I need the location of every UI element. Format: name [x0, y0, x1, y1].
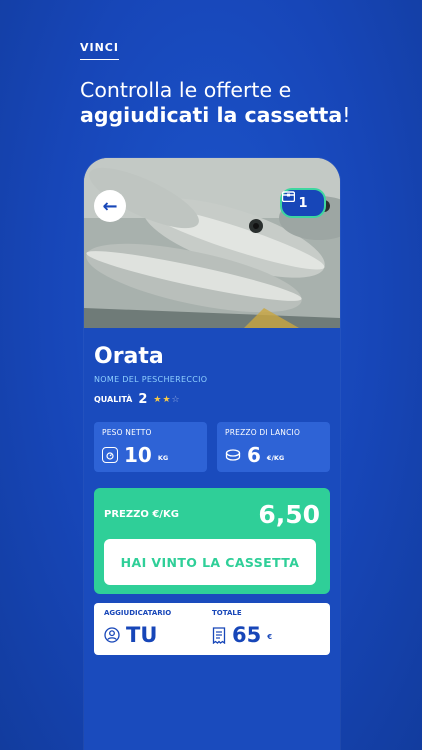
- crate-icon: [282, 191, 295, 202]
- phone-screen: ← 1 Orata NOME DEL PESCHERECCIO QUALITÀ …: [84, 158, 340, 750]
- quality-stars: ★★☆: [153, 395, 180, 405]
- back-button[interactable]: ←: [94, 190, 126, 222]
- weight-value-row: 10 KG: [102, 443, 199, 467]
- scale-icon: [102, 447, 118, 463]
- headline-end: !: [342, 103, 351, 127]
- product-name: Orata: [94, 344, 164, 369]
- weight-card: PESO NETTO 10 KG: [94, 422, 207, 472]
- quality-value: 2: [138, 392, 148, 407]
- crate-count: 1: [298, 195, 308, 211]
- price-row: PREZZO €/KG 6,50: [104, 500, 320, 529]
- winner-value: TU: [126, 623, 158, 647]
- total-column: TOTALE 65 €: [212, 609, 320, 649]
- price-panel: PREZZO €/KG 6,50 HAI VINTO LA CASSETTA: [94, 488, 330, 594]
- result-panel: AGGIUDICATARIO TU TOTALE 65 €: [94, 603, 330, 655]
- promo-kicker: VINCI: [80, 41, 119, 60]
- winner-column: AGGIUDICATARIO TU: [104, 609, 212, 649]
- total-label: TOTALE: [212, 609, 242, 617]
- fish-photo: ← 1: [84, 158, 340, 328]
- winner-row: TU: [104, 623, 212, 647]
- total-value: 65: [232, 623, 262, 647]
- weight-label: PESO NETTO: [102, 428, 152, 437]
- crate-count-badge[interactable]: 1: [280, 188, 326, 218]
- quality-label: QUALITÀ: [94, 395, 133, 404]
- star-icon: ★★: [153, 394, 172, 405]
- stats-cards: PESO NETTO 10 KG PREZZO DI LANCIO 6 €/KG: [94, 422, 330, 472]
- total-row: 65 €: [212, 623, 320, 647]
- user-icon: [104, 627, 120, 643]
- star-empty-icon: ☆: [171, 394, 181, 405]
- weight-value: 10: [124, 443, 152, 467]
- coins-icon: [225, 449, 241, 461]
- receipt-icon: [212, 626, 226, 644]
- start-price-value: 6: [247, 443, 261, 467]
- boat-name: NOME DEL PESCHERECCIO: [94, 375, 208, 384]
- arrow-left-icon: ←: [102, 195, 118, 217]
- start-price-unit: €/KG: [266, 454, 285, 462]
- start-price-value-row: 6 €/KG: [225, 443, 322, 467]
- start-price-card: PREZZO DI LANCIO 6 €/KG: [217, 422, 330, 472]
- headline-bold: aggiudicati la cassetta: [80, 103, 343, 127]
- headline-line1: Controlla le offerte e: [80, 78, 292, 102]
- promo-header: VINCI Controlla le offerte e aggiudicati…: [80, 36, 400, 128]
- weight-unit: KG: [157, 454, 169, 462]
- promo-headline: Controlla le offerte e aggiudicati la ca…: [80, 78, 400, 128]
- price-label: PREZZO €/KG: [104, 509, 179, 520]
- quality-row: QUALITÀ 2 ★★☆: [94, 392, 330, 407]
- winner-label: AGGIUDICATARIO: [104, 609, 172, 617]
- product-info: Orata NOME DEL PESCHERECCIO QUALITÀ 2 ★★…: [94, 344, 330, 407]
- start-price-label: PREZZO DI LANCIO: [225, 428, 301, 437]
- headline-line2: aggiudicati la cassetta!: [80, 103, 400, 128]
- won-crate-button[interactable]: HAI VINTO LA CASSETTA: [104, 539, 316, 585]
- price-value: 6,50: [258, 500, 320, 529]
- total-unit: €: [267, 633, 273, 641]
